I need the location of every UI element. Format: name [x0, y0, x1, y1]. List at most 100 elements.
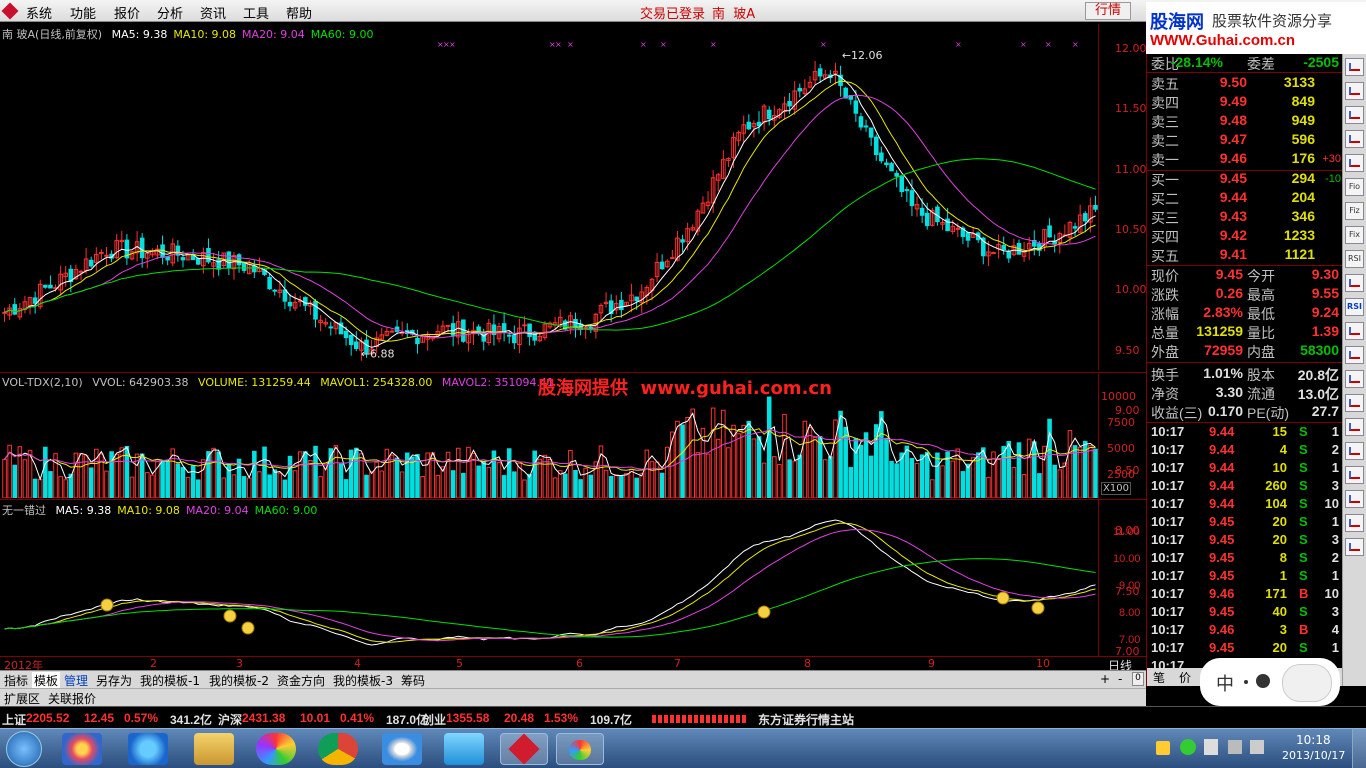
event-marker-icon[interactable]: × [640, 40, 647, 49]
money-bag-icon[interactable] [223, 609, 237, 623]
show-desktop-button[interactable] [1352, 729, 1366, 768]
money-bag-icon[interactable] [757, 605, 771, 619]
market-breadth-bar [652, 715, 748, 723]
zoom-out-button[interactable]: - [1118, 672, 1122, 686]
indicator-line-chart[interactable] [0, 516, 1100, 654]
event-marker-icon[interactable]: × [1045, 40, 1052, 49]
volume-bar [736, 433, 741, 498]
tab-manage[interactable]: 管理 [64, 672, 88, 689]
side-tool-icon[interactable]: RSI [1345, 298, 1364, 316]
event-marker-icon[interactable]: × [567, 40, 574, 49]
ie-browser-icon[interactable] [128, 733, 168, 765]
menu-analysis[interactable]: 分析 [157, 3, 183, 22]
side-tool-icon[interactable] [1345, 130, 1364, 148]
event-marker-icon[interactable]: × [660, 40, 667, 49]
tick-price: 9.46 [1209, 586, 1235, 601]
side-tool-icon[interactable] [1345, 466, 1364, 484]
tab-chips[interactable]: 筹码 [401, 672, 425, 689]
tray-security-icon[interactable] [1204, 739, 1218, 755]
side-tool-icon[interactable]: RSI [1345, 250, 1364, 268]
menu-help[interactable]: 帮助 [286, 3, 312, 22]
event-marker-icon[interactable]: × [820, 40, 827, 49]
side-tool-icon[interactable] [1345, 514, 1364, 532]
tab-my-template-2[interactable]: 我的模板-2 [209, 672, 269, 689]
tick-price: 9.44 [1209, 442, 1235, 457]
index-name: 沪深 [218, 713, 243, 727]
folder-icon[interactable] [194, 733, 234, 765]
network-icon[interactable] [1228, 740, 1242, 754]
tab-save-as[interactable]: 另存为 [96, 672, 132, 689]
clock-time[interactable]: 10:18 [1296, 733, 1331, 747]
money-bag-icon[interactable] [100, 598, 114, 612]
event-marker-icon[interactable]: × [1072, 40, 1079, 49]
tab-indicator[interactable]: 指标 [4, 672, 28, 689]
side-tool-icon[interactable] [1345, 370, 1364, 388]
price-candlestick-chart[interactable]: ←12.06←6.88× × × × × × × × × × × × × × [0, 40, 1100, 370]
money-bag-icon[interactable] [241, 621, 255, 635]
zoom-in-button[interactable]: + [1100, 672, 1110, 686]
menu-news[interactable]: 资讯 [200, 3, 226, 22]
tab-my-template-3[interactable]: 我的模板-3 [333, 672, 393, 689]
clock-date[interactable]: 2013/10/17 [1282, 749, 1345, 762]
chrome-icon[interactable] [318, 733, 358, 765]
menu-system[interactable]: 系统 [26, 3, 52, 22]
event-marker-icon[interactable]: × [555, 40, 562, 49]
side-tool-icon[interactable] [1345, 538, 1364, 556]
tray-app-icon[interactable] [1180, 739, 1196, 755]
event-marker-icon[interactable]: × [1020, 40, 1027, 49]
event-marker-icon[interactable]: × [710, 40, 717, 49]
volume-bar [236, 458, 242, 498]
candle-body [445, 324, 451, 327]
start-button-icon[interactable] [6, 731, 42, 767]
price-axis-tick: 11.50 [1115, 102, 1147, 116]
tick-side: S [1299, 604, 1308, 619]
volume-bar [22, 459, 28, 498]
side-tool-icon[interactable] [1345, 418, 1364, 436]
server-name[interactable]: 东方证券行情主站 [758, 711, 854, 728]
tab-extension[interactable]: 扩展区 [4, 690, 40, 707]
volume-bar-chart[interactable] [0, 392, 1100, 498]
event-marker-icon[interactable]: × [955, 40, 962, 49]
side-tool-icon[interactable]: Fio [1345, 178, 1364, 196]
side-tool-icon[interactable] [1345, 394, 1364, 412]
weibo-icon[interactable] [382, 733, 422, 765]
menu-tools[interactable]: 工具 [243, 3, 269, 22]
zoom-reset-button[interactable]: 0 [1132, 672, 1144, 686]
side-tool-icon[interactable] [1345, 58, 1364, 76]
taskbar-app-icon[interactable] [62, 733, 102, 765]
side-tool-icon[interactable] [1345, 82, 1364, 100]
volume-bar [1093, 448, 1098, 498]
menu-quote[interactable]: 报价 [114, 3, 140, 22]
side-tool-icon[interactable] [1345, 490, 1364, 508]
tab-my-template-1[interactable]: 我的模板-1 [140, 672, 200, 689]
tab-fund-flow[interactable]: 资金方向 [277, 672, 325, 689]
side-tool-icon[interactable] [1345, 442, 1364, 460]
tab-related-quotes[interactable]: 关联报价 [48, 690, 96, 707]
side-tool-icon[interactable] [1345, 106, 1364, 124]
ime-widget[interactable]: 中 [1200, 658, 1340, 706]
event-marker-icon[interactable]: × [449, 40, 456, 49]
side-tool-icon[interactable] [1345, 274, 1364, 292]
menu-function[interactable]: 功能 [70, 3, 96, 22]
tab-template[interactable]: 模板 [32, 672, 61, 689]
tick-count: 1 [1331, 460, 1339, 475]
media-player-icon[interactable] [256, 733, 296, 765]
volume-bar [1026, 438, 1032, 498]
side-tool-icon[interactable]: Fix [1345, 226, 1364, 244]
ime-dot-icon [1244, 680, 1248, 684]
tick-tab[interactable]: 笔 [1153, 669, 1165, 686]
tick-tab[interactable]: 价 [1179, 669, 1191, 686]
side-tool-icon[interactable]: Fiz [1345, 202, 1364, 220]
market-button[interactable]: 行情 [1085, 2, 1131, 20]
tray-arrow-icon[interactable] [1156, 741, 1170, 755]
ime-mode[interactable]: 中 [1216, 670, 1234, 696]
stock-app-icon[interactable] [500, 733, 548, 765]
side-tool-icon[interactable] [1345, 346, 1364, 364]
paint-app-icon[interactable] [556, 733, 604, 765]
volume-icon[interactable] [1250, 740, 1264, 754]
cloud-app-icon[interactable] [444, 733, 484, 765]
money-bag-icon[interactable] [996, 591, 1010, 605]
side-tool-icon[interactable] [1345, 322, 1364, 340]
money-bag-icon[interactable] [1031, 601, 1045, 615]
side-tool-icon[interactable] [1345, 154, 1364, 172]
